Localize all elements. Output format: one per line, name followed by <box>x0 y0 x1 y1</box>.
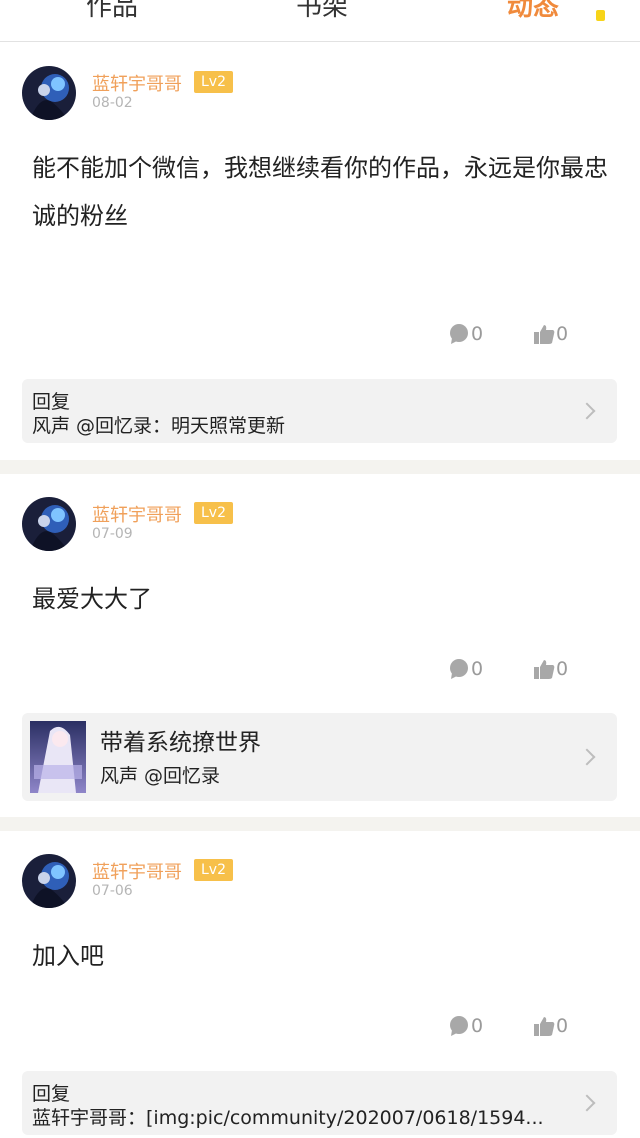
tab-works[interactable]: 作品 <box>86 0 138 23</box>
username[interactable]: 蓝轩宇哥哥 <box>92 858 182 884</box>
like-button[interactable]: 0 <box>533 658 568 680</box>
username[interactable]: 蓝轩宇哥哥 <box>92 70 182 96</box>
comment-icon <box>450 659 468 679</box>
reply-box[interactable]: 回复 蓝轩宇哥哥：[img:pic/community/202007/0618/… <box>22 1071 617 1135</box>
reply-text: 蓝轩宇哥哥：[img:pic/community/202007/0618/159… <box>32 1107 544 1129</box>
divider <box>0 460 640 474</box>
post-date: 07-09 <box>92 526 133 542</box>
comment-button[interactable]: 0 <box>448 323 483 345</box>
chevron-right-icon <box>578 748 596 766</box>
comment-count: 0 <box>471 323 484 345</box>
avatar[interactable] <box>22 497 76 551</box>
post-card: 蓝轩宇哥哥 Lv2 07-09 最爱大大了 0 0 带着系统撩世界 风声 @回忆… <box>0 474 640 817</box>
post-date: 07-06 <box>92 883 133 899</box>
post-content: 最爱大大了 <box>32 585 152 613</box>
thumbs-up-icon <box>534 325 555 344</box>
chevron-right-icon <box>578 1094 596 1112</box>
tab-activity[interactable]: 动态 <box>507 0 559 23</box>
avatar[interactable] <box>22 66 76 120</box>
like-count: 0 <box>556 1015 569 1037</box>
level-badge: Lv2 <box>194 502 233 524</box>
reply-label: 回复 <box>32 391 71 413</box>
level-badge: Lv2 <box>194 859 233 881</box>
comment-count: 0 <box>471 1015 484 1037</box>
reply-label: 回复 <box>32 1083 71 1105</box>
chevron-right-icon <box>578 402 596 420</box>
comment-icon <box>450 1016 468 1036</box>
avatar[interactable] <box>22 854 76 908</box>
tab-indicator-dot <box>596 10 605 21</box>
tab-bookshelf[interactable]: 书架 <box>296 0 348 23</box>
post-content: 加入吧 <box>32 942 104 970</box>
comment-count: 0 <box>471 658 484 680</box>
thumbs-up-icon <box>534 660 555 679</box>
book-author: 风声 @回忆录 <box>100 765 221 787</box>
comment-icon <box>450 324 468 344</box>
book-title: 带着系统撩世界 <box>100 730 261 756</box>
level-badge: Lv2 <box>194 71 233 93</box>
divider <box>0 817 640 831</box>
like-count: 0 <box>556 323 569 345</box>
reply-box[interactable]: 回复 风声 @回忆录：明天照常更新 <box>22 379 617 443</box>
username[interactable]: 蓝轩宇哥哥 <box>92 501 182 527</box>
top-tab-bar: 作品 书架 动态 <box>0 0 640 42</box>
post-card: 蓝轩宇哥哥 Lv2 07-06 加入吧 0 0 回复 蓝轩宇哥哥：[img:pi… <box>0 831 640 1138</box>
comment-button[interactable]: 0 <box>448 658 483 680</box>
like-count: 0 <box>556 658 569 680</box>
thumbs-up-icon <box>534 1017 555 1036</box>
like-button[interactable]: 0 <box>533 1015 568 1037</box>
book-cover <box>30 721 86 793</box>
post-content: 能不能加个微信，我想继续看你的作品，永远是你最忠诚的粉丝 <box>32 154 608 230</box>
reply-text: 风声 @回忆录：明天照常更新 <box>32 415 286 437</box>
post-card: 蓝轩宇哥哥 Lv2 08-02 能不能加个微信，我想继续看你的作品，永远是你最忠… <box>0 43 640 460</box>
book-card[interactable]: 带着系统撩世界 风声 @回忆录 <box>22 713 617 801</box>
comment-button[interactable]: 0 <box>448 1015 483 1037</box>
post-date: 08-02 <box>92 95 133 111</box>
like-button[interactable]: 0 <box>533 323 568 345</box>
